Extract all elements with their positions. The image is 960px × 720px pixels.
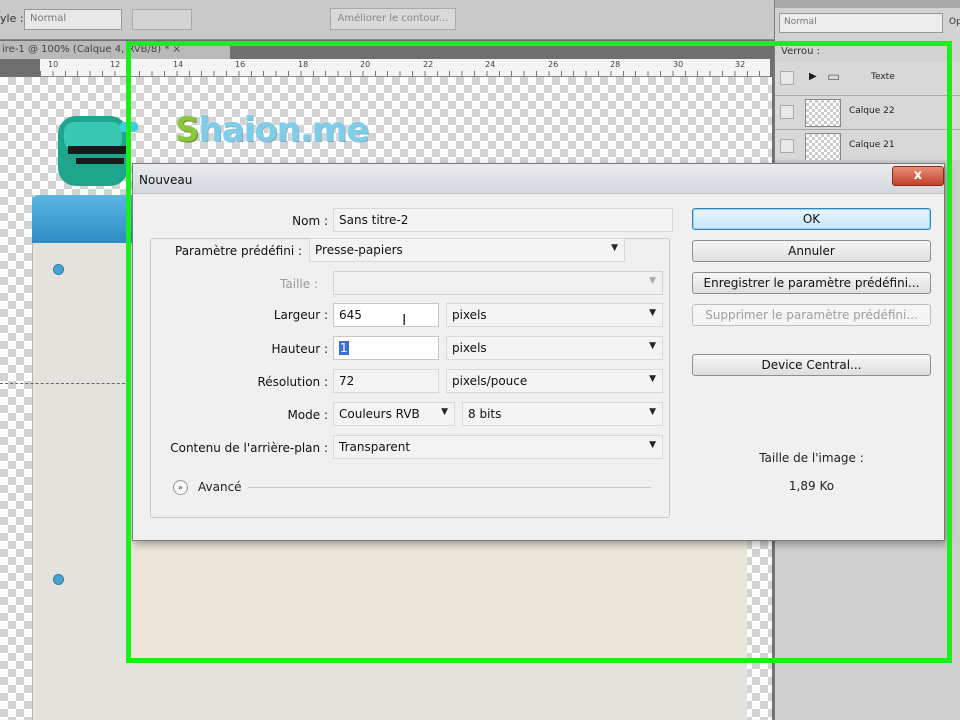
background-contents-label: Contenu de l'arrière-plan : [170, 441, 328, 455]
text-cursor-icon: I [402, 311, 407, 329]
ruler-tick: 16 [235, 60, 246, 69]
layer-row[interactable]: Calque 22 [775, 96, 960, 130]
expand-triangle-icon[interactable]: ▶ [809, 71, 817, 82]
layer-name: Calque 21 [849, 140, 895, 150]
chevron-down-icon: ▼ [611, 243, 618, 253]
cancel-button[interactable]: Annuler [692, 240, 931, 262]
layer-name: Texte [871, 72, 895, 82]
ruler-tick: 10 [48, 60, 59, 69]
ok-button[interactable]: OK [692, 208, 931, 230]
layer-row-folder[interactable]: ▶ ▭ Texte [775, 62, 960, 96]
blend-mode-select[interactable]: Normal [779, 13, 943, 33]
layer-thumbnail [805, 99, 841, 127]
document-tab[interactable]: ire-1 @ 100% (Calque 4, RVB/8) * × [0, 41, 230, 59]
background-contents-select[interactable]: Transparent ▼ [333, 435, 663, 459]
logo-text: Shaion.me [175, 110, 369, 150]
ruler-tick: 12 [110, 60, 121, 69]
folder-icon: ▭ [827, 69, 841, 85]
name-label: Nom : [292, 214, 328, 228]
design-bullet [53, 574, 64, 585]
dialog-titlebar[interactable]: Nouveau x [133, 164, 944, 194]
bit-depth-select[interactable]: 8 bits ▼ [462, 402, 663, 426]
width-label: Largeur : [273, 308, 328, 322]
image-size-label: Taille de l'image : [759, 451, 864, 465]
options-bar: yle : Normal Améliorer le contour... [0, 0, 775, 40]
preset-select[interactable]: Presse-papiers ▼ [309, 238, 625, 262]
ruler-tick: 14 [173, 60, 184, 69]
height-label: Hauteur : [271, 342, 328, 356]
layer-name: Calque 22 [849, 106, 895, 116]
ruler-tick: 18 [298, 60, 309, 69]
design-bullet [53, 264, 64, 275]
ruler-tick: 32 [735, 60, 746, 69]
lock-label: Verrou : [781, 46, 821, 57]
style-select[interactable]: Normal [24, 9, 122, 30]
layer-row[interactable]: Calque 21 [775, 130, 960, 164]
height-input[interactable]: 1 [333, 336, 439, 360]
ruler-tick: 22 [423, 60, 434, 69]
design-lower-area [130, 540, 747, 660]
width-unit-select[interactable]: pixels ▼ [446, 303, 663, 327]
ruler-tick: 26 [548, 60, 559, 69]
chevron-down-icon: ▼ [649, 374, 656, 384]
opacity-label: Op [949, 17, 960, 27]
chevron-down-icon: ▼ [649, 276, 656, 286]
style-label: yle : [0, 12, 24, 25]
advanced-label[interactable]: Avancé [198, 480, 242, 494]
device-central-button[interactable]: Device Central... [692, 354, 931, 376]
refine-edge-button[interactable]: Améliorer le contour... [330, 8, 456, 30]
close-button[interactable]: x [892, 166, 944, 186]
chevron-down-icon: ▼ [441, 407, 448, 417]
chevron-down-icon: ▼ [649, 308, 656, 318]
mode-label: Mode : [287, 408, 328, 422]
size-select: ▼ [333, 271, 663, 295]
width-input[interactable]: 645 [333, 303, 439, 327]
height-unit-select[interactable]: pixels ▼ [446, 336, 663, 360]
visibility-toggle[interactable] [780, 105, 794, 119]
options-field[interactable] [132, 9, 192, 30]
logo-graphic [58, 116, 138, 186]
image-size-value: 1,89 Ko [788, 479, 835, 493]
save-preset-button[interactable]: Enregistrer le paramètre prédéfini... [692, 272, 931, 294]
chevron-down-icon: ▼ [649, 341, 656, 351]
ruler-tick: 20 [360, 60, 371, 69]
chevron-down-icon: ▼ [649, 407, 656, 417]
size-label: Taille : [280, 277, 318, 291]
ruler-tick: 24 [485, 60, 496, 69]
divider [248, 487, 651, 488]
visibility-toggle[interactable] [780, 139, 794, 153]
ruler-tick: 28 [610, 60, 621, 69]
horizontal-ruler: 10 12 14 16 18 20 22 24 26 28 30 32 [40, 59, 770, 77]
chevron-double-down-icon[interactable]: » [173, 480, 188, 495]
visibility-toggle[interactable] [780, 71, 794, 85]
resolution-input[interactable]: 72 [333, 369, 439, 393]
resolution-label: Résolution : [257, 375, 328, 389]
delete-preset-button: Supprimer le paramètre prédéfini... [692, 304, 931, 326]
preset-label: Paramètre prédéfini : [175, 244, 303, 258]
name-input[interactable]: Sans titre-2 [333, 208, 673, 232]
layer-thumbnail [805, 133, 841, 161]
ruler-tick: 30 [673, 60, 684, 69]
dialog-title: Nouveau [139, 173, 193, 187]
guide-line [0, 383, 130, 384]
color-mode-select[interactable]: Couleurs RVB ▼ [333, 402, 455, 426]
panel-tabs[interactable] [775, 0, 960, 8]
resolution-unit-select[interactable]: pixels/pouce ▼ [446, 369, 663, 393]
chevron-down-icon: ▼ [649, 440, 656, 450]
